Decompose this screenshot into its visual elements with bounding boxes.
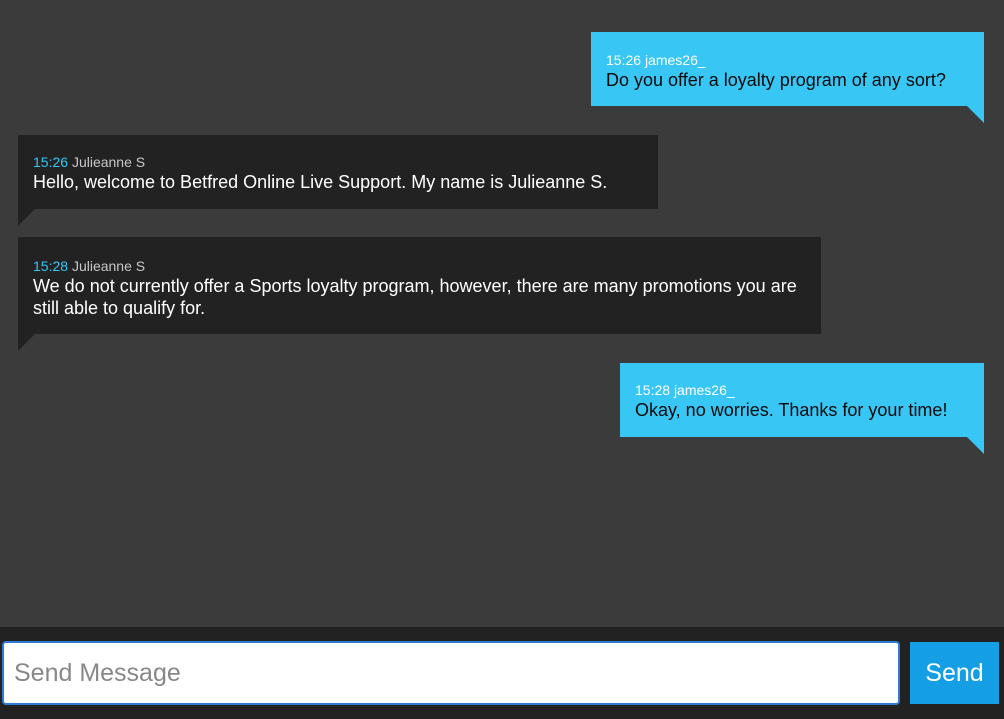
message-bubble-outgoing: 15:28 james26_ Okay, no worries. Thanks …	[620, 363, 984, 454]
message-text: We do not currently offer a Sports loyal…	[33, 276, 797, 318]
message-time: 15:26	[33, 154, 69, 170]
bubble-tail	[18, 209, 35, 226]
message-text: Do you offer a loyalty program of any so…	[606, 70, 946, 90]
message-time: 15:28	[635, 382, 671, 398]
message-author: james26_	[673, 382, 735, 398]
message-meta: 15:26 james26_	[606, 51, 969, 69]
message-bubble-outgoing: 15:26 james26_ Do you offer a loyalty pr…	[591, 32, 984, 123]
send-message-input[interactable]	[2, 641, 900, 705]
message-author: Julieanne S	[71, 154, 146, 170]
bubble-tail	[967, 106, 984, 123]
message-meta: 15:28 Julieanne S	[33, 257, 806, 275]
message-text: Hello, welcome to Betfred Online Live Su…	[33, 172, 608, 192]
message-bubble-incoming: 15:28 Julieanne S We do not currently of…	[18, 237, 821, 351]
message-time: 15:28	[33, 258, 69, 274]
message-meta: 15:26 Julieanne S	[33, 153, 643, 171]
message-bubble-incoming: 15:26 Julieanne S Hello, welcome to Betf…	[18, 135, 658, 226]
message-meta: 15:28 james26_	[635, 381, 969, 399]
message-author: james26_	[644, 52, 706, 68]
message-author: Julieanne S	[71, 258, 146, 274]
bubble-tail	[18, 334, 35, 351]
message-text: Okay, no worries. Thanks for your time!	[635, 400, 948, 420]
message-time: 15:26	[606, 52, 642, 68]
bubble-tail	[967, 437, 984, 454]
chat-transcript: 15:26 james26_ Do you offer a loyalty pr…	[0, 0, 1004, 627]
send-button[interactable]: Send	[910, 642, 999, 704]
